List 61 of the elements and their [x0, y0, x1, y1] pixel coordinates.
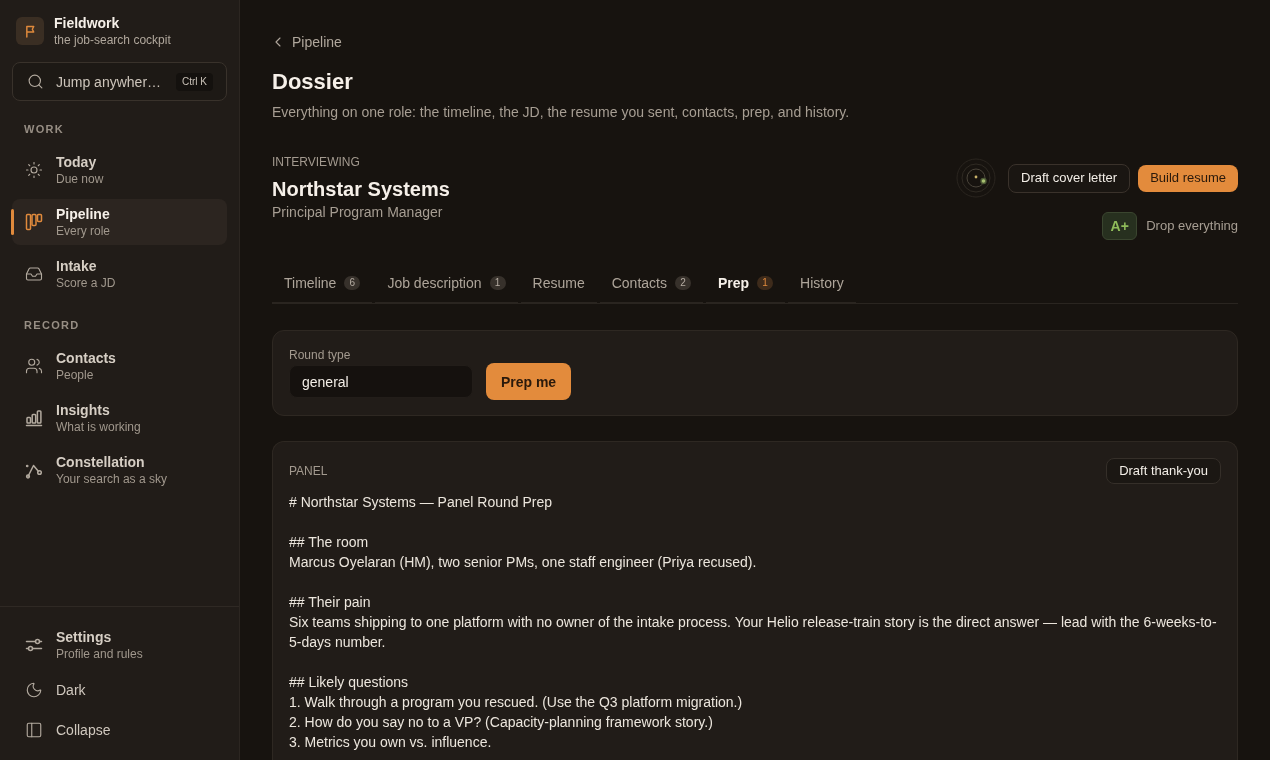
orbit-icon: [956, 158, 997, 198]
nav-item[interactable]: Pipeline Every role: [12, 199, 227, 245]
sidebar-panel-icon: [25, 721, 43, 739]
shortcut-key: Ctrl K: [176, 72, 213, 91]
action-button[interactable]: Draft cover letter: [1008, 163, 1131, 193]
panel-label: PANEL: [289, 463, 328, 479]
nav-item[interactable]: Intake Score a JD: [12, 251, 227, 297]
bar-chart-icon: [25, 409, 43, 427]
verdict-label: Drop everything: [1146, 217, 1238, 236]
search-button[interactable]: Jump anywher… Ctrl K: [12, 62, 227, 101]
users-icon: [25, 357, 43, 375]
tab[interactable]: Job description 1: [375, 265, 518, 304]
prep-note-line: 2. How do you say no to a VP? (Capacity-planning framework story.): [289, 713, 714, 732]
nav-item[interactable]: Dark: [12, 672, 227, 708]
tab[interactable]: History: [788, 265, 856, 304]
count-badge: 6: [344, 276, 361, 290]
flag-logo-icon: [16, 17, 44, 45]
page-title: Dossier: [272, 68, 354, 96]
search-icon: [27, 73, 44, 90]
page-description: Everything on one role: the timeline, the JD, the resume you sent, contacts, prep, and history.: [272, 103, 851, 122]
status-label: INTERVIEWING: [272, 154, 361, 170]
nav-item[interactable]: Today Due now: [12, 147, 227, 193]
prep-note-line: Marcus Oyelaran (HM), two senior PMs, one staff engineer (Priya recused).: [289, 553, 758, 572]
kanban-columns-icon: [25, 213, 43, 231]
prep-note-line: # Northstar Systems — Panel Round Prep: [289, 493, 553, 512]
count-badge: 2: [674, 276, 691, 290]
back-link[interactable]: Pipeline: [272, 32, 342, 52]
moon-icon: [25, 681, 43, 699]
inbox-tray-icon: [25, 265, 43, 283]
section-label: WORK: [23, 122, 66, 137]
prep-note-line: 1. Walk through a program you rescued. (Use the Q3 platform migration.): [289, 693, 744, 712]
role-title: Principal Program Manager: [272, 203, 444, 222]
sun-icon: [25, 161, 43, 179]
nav-item[interactable]: Contacts People: [12, 343, 227, 389]
active-bar-icon: [11, 209, 14, 235]
count-badge: 1: [489, 276, 506, 290]
round-type-input[interactable]: general: [289, 365, 473, 398]
count-badge: 1: [757, 276, 774, 290]
sliders-icon: [25, 636, 43, 654]
tab[interactable]: Timeline 6: [272, 265, 373, 304]
prep-note-line: Six teams shipping to one platform with no owner of the intake process. Your Helio release-train story is the direct answer — lead with the 6-weeks-to-5-days number.: [289, 613, 1218, 652]
prep-note-line: ## Likely questions: [289, 673, 410, 692]
prep-note-line: ## Their pain: [289, 593, 372, 612]
tab[interactable]: Resume: [520, 265, 597, 304]
nav-item[interactable]: Constellation Your search as a sky: [12, 447, 227, 493]
prep-note-line: ## The room: [289, 533, 370, 552]
nav-item[interactable]: Settings Profile and rules: [12, 622, 227, 668]
section-label: RECORD: [23, 318, 81, 333]
prep-note-line: 3. Metrics you own vs. influence.: [289, 733, 493, 752]
app-tagline: the job-search cockpit: [54, 32, 171, 48]
nav-item[interactable]: Insights What is working: [12, 395, 227, 441]
app-name: Fieldwork: [54, 14, 121, 32]
field-label: Round type: [289, 347, 352, 363]
tab[interactable]: Contacts 2: [599, 265, 703, 304]
tab[interactable]: Prep 1: [705, 265, 786, 304]
prep-me-button[interactable]: Prep me: [486, 363, 571, 400]
draft-thank-you-button[interactable]: Draft thank-you: [1106, 458, 1221, 484]
grade-badge: A+: [1102, 212, 1138, 240]
action-button[interactable]: Build resume: [1138, 164, 1238, 192]
nav-item[interactable]: Collapse: [12, 712, 227, 748]
company-name: Northstar Systems: [272, 177, 450, 201]
